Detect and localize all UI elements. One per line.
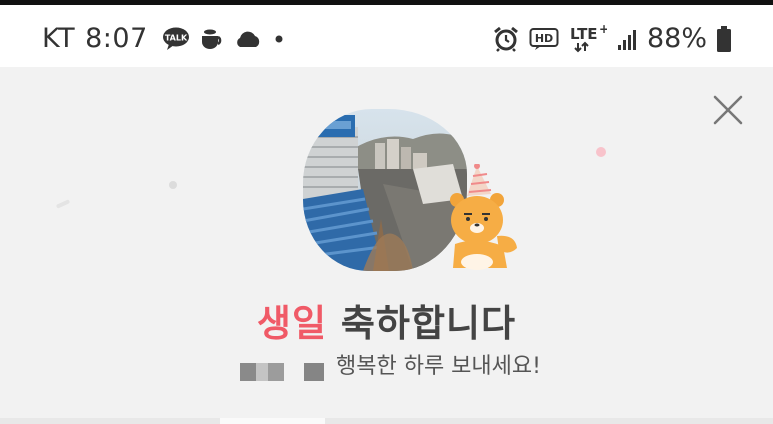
talk-badge-text: TALK [165,33,188,42]
status-bar: KT 8:07 TALK HD LTE + 88% [0,5,773,67]
kakaotalk-icon: TALK [162,27,189,50]
status-right: HD LTE + 88% [493,23,731,54]
notification-icons: TALK [162,27,286,51]
title-rest: 축하합니다 [327,302,517,345]
hd-badge-text: HD [535,32,553,45]
carrier-label: KT [42,23,76,54]
hd-voice-icon: HD [529,27,559,50]
cloud-icon [236,31,259,47]
redacted-name [240,363,324,381]
confetti-dash [55,199,71,209]
network-type-text: LTE [570,25,598,43]
cellular-signal-icon [617,29,636,50]
close-icon[interactable] [710,92,746,128]
bottom-tab-highlight [220,418,325,424]
network-plus-text: + [599,24,607,36]
lte-signal-icon: LTE + [570,24,607,52]
birthday-card: 생일 축하합니다 행복한 하루 보내세요! [0,67,773,418]
clock: 8:07 [85,23,148,54]
alarm-clock-icon [494,26,518,52]
confetti-dot-pink [596,147,606,157]
ryan-character-illustration [450,164,517,270]
confetti-dot-gray [169,181,177,189]
more-notifications-dot-icon [275,35,283,42]
coffee-cup-icon [201,29,222,49]
title-accent: 생일 [256,302,327,345]
battery-icon [717,25,731,52]
birthday-title: 생일 축하합니다 [0,293,773,347]
status-left: KT 8:07 TALK [42,23,286,54]
battery-percent: 88% [646,23,707,54]
bottom-strip [0,418,773,424]
greeting-text: 행복한 하루 보내세요! [336,354,541,379]
